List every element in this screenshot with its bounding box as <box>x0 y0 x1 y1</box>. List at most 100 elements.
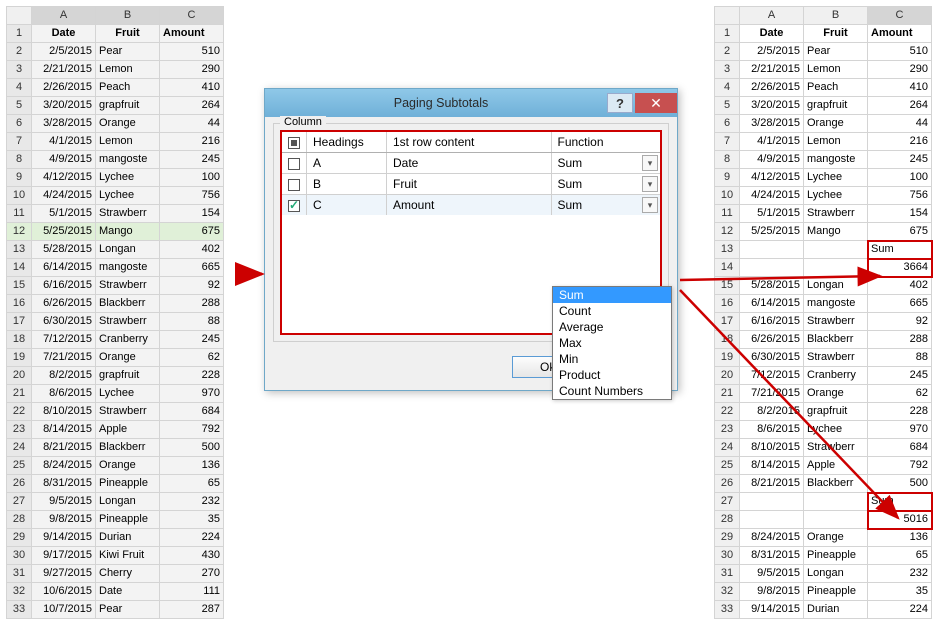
cell-fruit[interactable]: Lemon <box>804 133 868 151</box>
cell-amount[interactable]: 264 <box>868 97 932 115</box>
cell-amount[interactable]: 245 <box>868 367 932 385</box>
dropdown-option[interactable]: Average <box>553 319 671 335</box>
cell-date[interactable] <box>740 493 804 511</box>
cell-fruit[interactable]: Pear <box>96 43 160 61</box>
check-all[interactable] <box>281 131 307 153</box>
cell-date[interactable]: 9/14/2015 <box>32 529 96 547</box>
cell-date[interactable]: 8/10/2015 <box>32 403 96 421</box>
left-spreadsheet[interactable]: A B C 1DateFruitAmount22/5/2015Pear51032… <box>6 6 224 619</box>
header-fruit[interactable]: Fruit <box>96 25 160 43</box>
columns-grid[interactable]: Headings 1st row content Function ADateS… <box>280 130 662 217</box>
row-header[interactable]: 12 <box>715 223 740 241</box>
row-heading[interactable]: A <box>307 153 387 174</box>
cell-fruit[interactable]: Lychee <box>96 169 160 187</box>
cell-date[interactable]: 5/28/2015 <box>32 241 96 259</box>
row-header[interactable]: 23 <box>7 421 32 439</box>
cell-fruit[interactable]: grapfruit <box>804 97 868 115</box>
cell-fruit[interactable]: Lychee <box>804 169 868 187</box>
cell-fruit[interactable]: mangoste <box>96 259 160 277</box>
row-header[interactable]: 12 <box>7 223 32 241</box>
cell-amount[interactable]: 88 <box>160 313 224 331</box>
row-header[interactable]: 23 <box>715 421 740 439</box>
cell-amount[interactable]: 510 <box>868 43 932 61</box>
cell-amount[interactable]: 245 <box>160 151 224 169</box>
row-header[interactable]: 20 <box>715 367 740 385</box>
cell-amount[interactable]: 111 <box>160 583 224 601</box>
row-header[interactable]: 15 <box>7 277 32 295</box>
cell-fruit[interactable]: Lemon <box>96 133 160 151</box>
cell-fruit[interactable]: mangoste <box>96 151 160 169</box>
dropdown-option[interactable]: Max <box>553 335 671 351</box>
dropdown-option[interactable]: Count <box>553 303 671 319</box>
cell-date[interactable]: 3/28/2015 <box>32 115 96 133</box>
row-header[interactable]: 2 <box>715 43 740 61</box>
cell-fruit[interactable]: Orange <box>96 115 160 133</box>
cell-amount[interactable]: 62 <box>160 349 224 367</box>
col-header-A[interactable]: A <box>740 7 804 25</box>
cell-date[interactable]: 6/16/2015 <box>740 313 804 331</box>
chevron-down-icon[interactable]: ▾ <box>642 197 658 213</box>
cell-amount[interactable]: 228 <box>868 403 932 421</box>
cell-amount[interactable]: 35 <box>160 511 224 529</box>
cell-fruit[interactable]: Cranberry <box>96 331 160 349</box>
row-header[interactable]: 21 <box>715 385 740 403</box>
row-header[interactable]: 9 <box>715 169 740 187</box>
select-all-corner[interactable] <box>7 7 32 25</box>
row-header[interactable]: 24 <box>7 439 32 457</box>
cell-amount[interactable]: 290 <box>868 61 932 79</box>
cell-amount[interactable]: 500 <box>868 475 932 493</box>
cell-date[interactable]: 2/21/2015 <box>32 61 96 79</box>
cell-fruit[interactable]: grapfruit <box>804 403 868 421</box>
row-header[interactable]: 7 <box>7 133 32 151</box>
cell-amount[interactable]: 44 <box>160 115 224 133</box>
cell-fruit[interactable]: Lemon <box>804 61 868 79</box>
header-date[interactable]: Date <box>32 25 96 43</box>
cell-fruit[interactable]: grapfruit <box>96 97 160 115</box>
cell-amount[interactable]: 136 <box>160 457 224 475</box>
cell-amount[interactable]: 216 <box>868 133 932 151</box>
cell-amount[interactable]: 136 <box>868 529 932 547</box>
cell-fruit[interactable]: Kiwi Fruit <box>96 547 160 565</box>
row-heading[interactable]: B <box>307 174 387 195</box>
cell-fruit[interactable]: Blackberr <box>804 331 868 349</box>
row-header[interactable]: 30 <box>7 547 32 565</box>
cell-date[interactable]: 4/1/2015 <box>740 133 804 151</box>
cell-fruit[interactable]: Orange <box>96 457 160 475</box>
cell-amount[interactable]: 675 <box>160 223 224 241</box>
cell-amount[interactable]: 245 <box>160 331 224 349</box>
cell-amount[interactable]: 402 <box>868 277 932 295</box>
cell-amount[interactable]: 228 <box>160 367 224 385</box>
cell-fruit[interactable]: Strawberr <box>96 277 160 295</box>
row-header[interactable]: 15 <box>715 277 740 295</box>
cell-date[interactable]: 8/24/2015 <box>32 457 96 475</box>
help-button[interactable]: ? <box>607 93 633 113</box>
cell-amount[interactable]: 756 <box>868 187 932 205</box>
function-dropdown[interactable]: SumCountAverageMaxMinProductCount Number… <box>552 286 672 400</box>
cell-amount[interactable]: 216 <box>160 133 224 151</box>
cell-amount[interactable]: 100 <box>160 169 224 187</box>
row-content[interactable]: Amount <box>387 195 552 217</box>
cell-fruit[interactable]: Lychee <box>804 187 868 205</box>
row-header[interactable]: 3 <box>7 61 32 79</box>
cell-amount[interactable]: Sum <box>868 493 932 511</box>
cell-fruit[interactable]: Peach <box>96 79 160 97</box>
cell-date[interactable]: 6/14/2015 <box>740 295 804 313</box>
cell-date[interactable]: 7/12/2015 <box>740 367 804 385</box>
right-spreadsheet[interactable]: A B C 1DateFruitAmount22/5/2015Pear51032… <box>714 6 932 619</box>
cell-date[interactable]: 9/27/2015 <box>32 565 96 583</box>
dropdown-option[interactable]: Min <box>553 351 671 367</box>
cell-fruit[interactable] <box>804 259 868 277</box>
cell-date[interactable]: 6/14/2015 <box>32 259 96 277</box>
cell-date[interactable]: 3/20/2015 <box>32 97 96 115</box>
row-header[interactable]: 27 <box>715 493 740 511</box>
cell-date[interactable] <box>740 241 804 259</box>
cell-fruit[interactable]: Strawberr <box>804 349 868 367</box>
dropdown-option[interactable]: Count Numbers <box>553 383 671 399</box>
cell-date[interactable]: 9/17/2015 <box>32 547 96 565</box>
cell-amount[interactable]: 245 <box>868 151 932 169</box>
row-header[interactable]: 16 <box>715 295 740 313</box>
cell-amount[interactable]: 756 <box>160 187 224 205</box>
row-header[interactable]: 1 <box>7 25 32 43</box>
cell-fruit[interactable]: Lychee <box>804 421 868 439</box>
cell-amount[interactable]: 35 <box>868 583 932 601</box>
